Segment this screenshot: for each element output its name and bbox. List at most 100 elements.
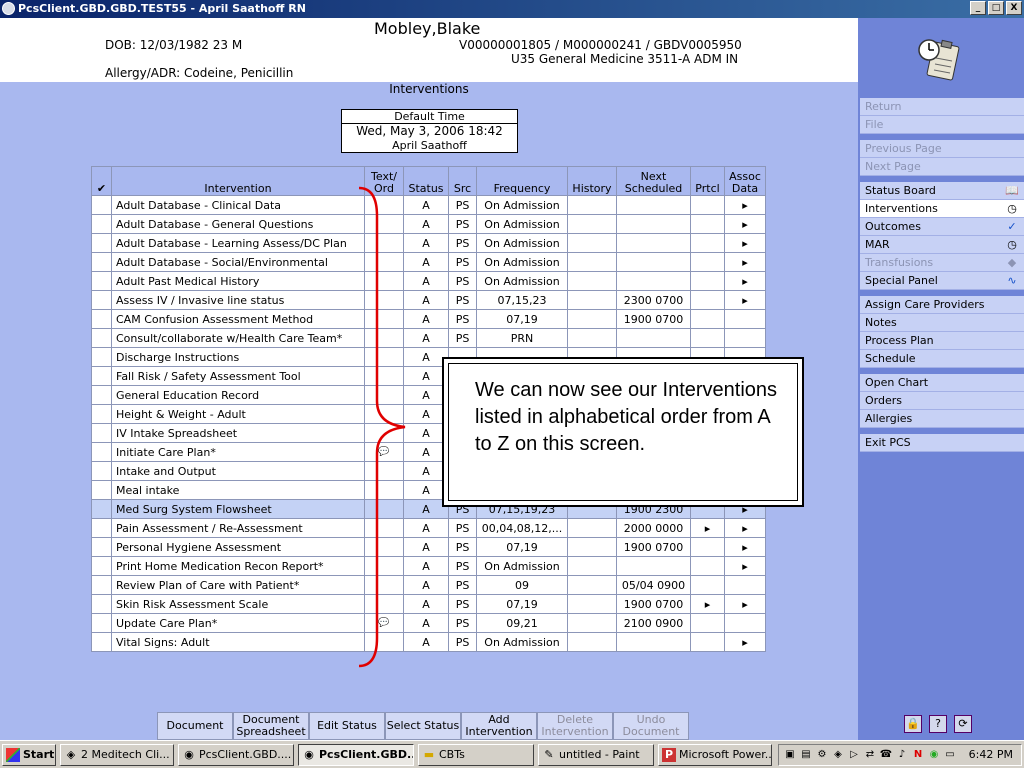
- prtcl-cell[interactable]: ▸: [690, 594, 725, 614]
- assoc-data-cell[interactable]: ▸: [724, 556, 766, 576]
- comment-icon[interactable]: 💬: [364, 442, 404, 462]
- table-row[interactable]: Review Plan of Care with Patient* A PS 09 05…: [91, 575, 766, 595]
- select-status-button[interactable]: Select Status: [385, 712, 461, 740]
- taskbar-task[interactable]: ◉ PcsClient.GBD....: [178, 744, 294, 766]
- sidebar-item-open-chart[interactable]: Open Chart: [860, 374, 1024, 392]
- sidebar-item-status-board[interactable]: Status Board 📖: [860, 182, 1024, 200]
- row-check-cell[interactable]: [91, 556, 112, 576]
- table-row[interactable]: Consult/collaborate w/Health Care Team* A…: [91, 328, 766, 348]
- maximize-button[interactable]: □: [988, 1, 1004, 15]
- row-check-cell[interactable]: [91, 499, 112, 519]
- table-row[interactable]: Update Care Plan* 💬 A PS 09,21 2100 0900: [91, 613, 766, 633]
- row-check-cell[interactable]: [91, 480, 112, 500]
- sidebar-item-outcomes[interactable]: Outcomes ✓: [860, 218, 1024, 236]
- assoc-data-cell[interactable]: ▸: [724, 537, 766, 557]
- tray-sync-icon[interactable]: ⇄: [863, 748, 877, 762]
- sidebar-item-notes[interactable]: Notes: [860, 314, 1024, 332]
- tray-wireless-icon[interactable]: ◉: [927, 748, 941, 762]
- row-check-cell[interactable]: [91, 271, 112, 291]
- assoc-data-cell[interactable]: ▸: [724, 290, 766, 310]
- assoc-data-cell[interactable]: ▸: [724, 214, 766, 234]
- row-check-cell[interactable]: [91, 252, 112, 272]
- tray-monitor-icon[interactable]: ▭: [943, 748, 957, 762]
- sidebar-item-assign-care-providers[interactable]: Assign Care Providers: [860, 296, 1024, 314]
- taskbar-task[interactable]: ◉ PcsClient.GBD...: [298, 744, 414, 766]
- assoc-data-cell[interactable]: ▸: [724, 271, 766, 291]
- assoc-data-cell[interactable]: ▸: [724, 594, 766, 614]
- minimize-button[interactable]: _: [970, 1, 986, 15]
- assoc-data-cell[interactable]: ▸: [724, 195, 766, 215]
- refresh-icon[interactable]: ⟳: [954, 715, 972, 733]
- row-check-cell[interactable]: [91, 518, 112, 538]
- tray-phone-icon[interactable]: ☎: [879, 748, 893, 762]
- comment-icon[interactable]: 💬: [364, 613, 404, 633]
- row-check-cell[interactable]: [91, 461, 112, 481]
- header-status[interactable]: Status: [403, 166, 449, 196]
- tray-display-icon[interactable]: ▤: [799, 748, 813, 762]
- row-check-cell[interactable]: [91, 290, 112, 310]
- table-row[interactable]: Skin Risk Assessment Scale A PS 07,19 1900 0…: [91, 594, 766, 614]
- add-intervention-button[interactable]: Add Intervention: [461, 712, 537, 740]
- row-check-cell[interactable]: [91, 442, 112, 462]
- table-row[interactable]: Adult Database - General Questions A PS On …: [91, 214, 766, 234]
- tray-shield-icon[interactable]: ◈: [831, 748, 845, 762]
- tray-settings-icon[interactable]: ⚙: [815, 748, 829, 762]
- sidebar-item-process-plan[interactable]: Process Plan: [860, 332, 1024, 350]
- edit-status-button[interactable]: Edit Status: [309, 712, 385, 740]
- document-spreadsheet-button[interactable]: Document Spreadsheet: [233, 712, 309, 740]
- default-time-box[interactable]: Default Time Wed, May 3, 2006 18:42 Apri…: [341, 109, 518, 153]
- row-check-cell[interactable]: [91, 195, 112, 215]
- row-check-cell[interactable]: [91, 233, 112, 253]
- table-row[interactable]: Adult Database - Clinical Data A PS On Admi…: [91, 195, 766, 215]
- assoc-data-cell[interactable]: ▸: [724, 518, 766, 538]
- table-row[interactable]: Assess IV / Invasive line status A PS 07,15…: [91, 290, 766, 310]
- row-check-cell[interactable]: [91, 309, 112, 329]
- header-src[interactable]: Src: [448, 166, 477, 196]
- assoc-data-cell[interactable]: ▸: [724, 252, 766, 272]
- taskbar-task[interactable]: ✎ untitled - Paint: [538, 744, 654, 766]
- sidebar-item-special-panel[interactable]: Special Panel ∿: [860, 272, 1024, 290]
- prtcl-cell[interactable]: ▸: [690, 518, 725, 538]
- table-row[interactable]: Adult Database - Learning Assess/DC Plan…: [91, 233, 766, 253]
- assoc-data-cell[interactable]: ▸: [724, 233, 766, 253]
- tray-speaker-icon[interactable]: ♪: [895, 748, 909, 762]
- table-row[interactable]: Print Home Medication Recon Report* A PS On…: [91, 556, 766, 576]
- row-check-cell[interactable]: [91, 632, 112, 652]
- check-header[interactable]: ✔: [91, 166, 112, 196]
- row-check-cell[interactable]: [91, 423, 112, 443]
- table-row[interactable]: Adult Past Medical History A PS On Admissio…: [91, 271, 766, 291]
- header-history[interactable]: History: [567, 166, 617, 196]
- document-button[interactable]: Document: [157, 712, 233, 740]
- table-row[interactable]: Adult Database - Social/Environmental A PS…: [91, 252, 766, 272]
- lock-icon[interactable]: 🔒: [904, 715, 922, 733]
- assoc-data-cell[interactable]: ▸: [724, 632, 766, 652]
- taskbar-task[interactable]: ◈ 2 Meditech Cli...: [60, 744, 174, 766]
- tray-media-icon[interactable]: ▷: [847, 748, 861, 762]
- row-check-cell[interactable]: [91, 347, 112, 367]
- sidebar-item-interventions[interactable]: Interventions ◷: [860, 200, 1024, 218]
- row-check-cell[interactable]: [91, 366, 112, 386]
- table-row[interactable]: Vital Signs: Adult A PS On Admission ▸: [91, 632, 766, 652]
- header-intervention[interactable]: Intervention: [111, 166, 365, 196]
- header-next-scheduled[interactable]: Next Scheduled: [616, 166, 691, 196]
- taskbar-task[interactable]: P Microsoft Power...: [658, 744, 772, 766]
- table-row[interactable]: Pain Assessment / Re-Assessment A PS 00,04,…: [91, 518, 766, 538]
- sidebar-item-exit-pcs[interactable]: Exit PCS: [860, 434, 1024, 452]
- table-row[interactable]: Personal Hygiene Assessment A PS 07,19 1900 …: [91, 537, 766, 557]
- tray-network-icon[interactable]: ▣: [783, 748, 797, 762]
- header-prtcl[interactable]: Prtcl: [690, 166, 725, 196]
- sidebar-item-allergies[interactable]: Allergies: [860, 410, 1024, 428]
- sidebar-item-schedule[interactable]: Schedule: [860, 350, 1024, 368]
- row-check-cell[interactable]: [91, 575, 112, 595]
- start-button[interactable]: Start: [2, 744, 56, 766]
- row-check-cell[interactable]: [91, 537, 112, 557]
- row-check-cell[interactable]: [91, 328, 112, 348]
- close-button[interactable]: X: [1006, 1, 1022, 15]
- tray-n-icon[interactable]: N: [911, 748, 925, 762]
- sidebar-item-orders[interactable]: Orders: [860, 392, 1024, 410]
- row-check-cell[interactable]: [91, 594, 112, 614]
- row-check-cell[interactable]: [91, 385, 112, 405]
- table-row[interactable]: CAM Confusion Assessment Method A PS 07,19 1…: [91, 309, 766, 329]
- header-assoc-data[interactable]: Assoc Data: [724, 166, 766, 196]
- sidebar-item-mar[interactable]: MAR ◷: [860, 236, 1024, 254]
